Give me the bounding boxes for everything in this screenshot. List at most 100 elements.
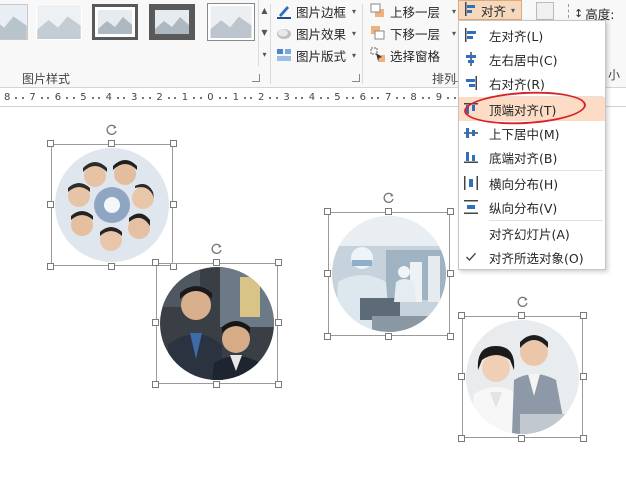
picture-businessmen[interactable]: [152, 243, 282, 388]
resize-handle[interactable]: [213, 381, 220, 388]
team-huddle-photo: [55, 148, 169, 262]
factory-workers-photo: [332, 216, 446, 332]
selection-pane-button[interactable]: 选择窗格: [370, 44, 440, 66]
ruler-minor-tick: [47, 97, 50, 99]
resize-handle[interactable]: [458, 373, 465, 380]
ruler-minor-tick: [218, 97, 221, 99]
resize-handle[interactable]: [152, 381, 159, 388]
resize-handle[interactable]: [275, 259, 282, 266]
pen-icon: [276, 3, 292, 19]
picture-team-huddle[interactable]: [47, 124, 177, 270]
divider: [568, 4, 569, 18]
ruler-tick-label: 5: [334, 92, 341, 103]
ruler-minor-tick: [447, 97, 450, 99]
picture-style-thumb-2[interactable]: [36, 4, 82, 40]
resize-handle[interactable]: [47, 263, 54, 270]
picture-style-thumb-1[interactable]: [0, 4, 28, 40]
resize-handle[interactable]: [170, 201, 177, 208]
chevron-down-icon: ▾: [452, 28, 457, 38]
ruler-minor-tick: [453, 97, 456, 99]
rotate-handle-icon[interactable]: [517, 296, 529, 308]
picture-border-button[interactable]: 图片边框 ▾: [276, 0, 356, 22]
gallery-down-icon[interactable]: ▼: [259, 22, 270, 44]
gallery-more-icon[interactable]: ▾: [259, 44, 270, 66]
rotate-handle-icon[interactable]: [383, 192, 395, 204]
resize-handle[interactable]: [580, 435, 587, 442]
resize-handle[interactable]: [152, 259, 159, 266]
menu-item-align-bottom[interactable]: 底端对齐(B): [459, 145, 605, 169]
picture-effects-button[interactable]: 图片效果 ▾: [276, 22, 356, 44]
picture-style-thumb-3[interactable]: [92, 4, 138, 40]
ruler-tick-label: 8: [4, 92, 11, 103]
resize-handle[interactable]: [580, 373, 587, 380]
picture-style-thumb-5[interactable]: [208, 4, 254, 40]
group-separator: [362, 4, 363, 84]
resize-handle[interactable]: [458, 435, 465, 442]
menu-item-align-left[interactable]: 左对齐(L): [459, 23, 605, 47]
send-backward-button[interactable]: 下移一层 ▾: [370, 22, 456, 44]
align-button[interactable]: 对齐 ▾: [458, 0, 522, 20]
resize-handle[interactable]: [275, 319, 282, 326]
resize-handle[interactable]: [447, 208, 454, 215]
resize-handle[interactable]: [580, 312, 587, 319]
effects-icon: [276, 25, 292, 41]
ruler-minor-tick: [269, 97, 272, 99]
resize-handle[interactable]: [213, 259, 220, 266]
menu-item-distribute-vertical[interactable]: 纵向分布(V): [459, 195, 605, 219]
resize-handle[interactable]: [518, 435, 525, 442]
ruler-minor-tick: [123, 97, 126, 99]
ruler-minor-tick: [21, 97, 24, 99]
ruler-minor-tick: [294, 97, 297, 99]
resize-handle[interactable]: [518, 312, 525, 319]
ruler-minor-tick: [377, 97, 380, 99]
picture-styles-launcher-icon[interactable]: [252, 74, 260, 82]
resize-handle[interactable]: [47, 140, 54, 147]
menu-item-align-selected-objects[interactable]: 对齐所选对象(O): [459, 245, 605, 269]
menu-item-distribute-horizontal[interactable]: 横向分布(H): [459, 171, 605, 195]
picture-business-couple[interactable]: [458, 296, 587, 442]
resize-handle[interactable]: [385, 333, 392, 340]
height-icon: ↕: [574, 7, 584, 20]
group-separator: [270, 4, 271, 84]
resize-handle[interactable]: [47, 201, 54, 208]
ruler-tick-label: 9: [435, 92, 443, 103]
picture-style-thumb-4[interactable]: [149, 4, 195, 40]
resize-handle[interactable]: [447, 270, 454, 277]
ruler-minor-tick: [167, 97, 170, 99]
chevron-down-icon: ▾: [511, 5, 516, 15]
resize-handle[interactable]: [458, 312, 465, 319]
ruler-tick-label: 3: [283, 92, 290, 103]
gallery-up-icon[interactable]: ▲: [259, 0, 270, 22]
rotate-handle-icon[interactable]: [211, 243, 223, 255]
align-bottom-icon: [459, 145, 483, 169]
resize-handle[interactable]: [275, 381, 282, 388]
resize-handle[interactable]: [108, 140, 115, 147]
resize-handle[interactable]: [447, 333, 454, 340]
style-gallery-scroll[interactable]: ▲ ▼ ▾: [258, 0, 270, 66]
ruler-minor-tick: [117, 97, 119, 99]
resize-handle[interactable]: [385, 208, 392, 215]
ruler-tick-label: 4: [105, 92, 112, 103]
crop-icon[interactable]: [536, 2, 554, 20]
resize-handle[interactable]: [170, 140, 177, 147]
align-right-icon: [459, 71, 483, 95]
bring-forward-button[interactable]: 上移一层 ▾: [370, 0, 456, 22]
resize-handle[interactable]: [324, 208, 331, 215]
send-backward-icon: [370, 25, 386, 41]
ruler-tick-label: 2: [258, 92, 265, 103]
menu-item-align-center[interactable]: 左右居中(C): [459, 47, 605, 71]
align-icon: [464, 1, 478, 19]
menu-item-align-middle[interactable]: 上下居中(M): [459, 121, 605, 145]
menu-item-align-to-slide[interactable]: 对齐幻灯片(A): [459, 221, 605, 245]
resize-handle[interactable]: [324, 333, 331, 340]
ruler-minor-tick: [301, 97, 304, 99]
adjust-launcher-icon[interactable]: [352, 74, 360, 82]
ruler-tick-label: 4: [308, 92, 316, 103]
resize-handle[interactable]: [324, 270, 331, 277]
picture-factory-workers[interactable]: [324, 192, 454, 340]
ruler-minor-tick: [40, 97, 43, 99]
rotate-handle-icon[interactable]: [106, 124, 118, 136]
resize-handle[interactable]: [108, 263, 115, 270]
picture-layout-button[interactable]: 图片版式 ▾: [276, 44, 356, 66]
resize-handle[interactable]: [152, 319, 159, 326]
